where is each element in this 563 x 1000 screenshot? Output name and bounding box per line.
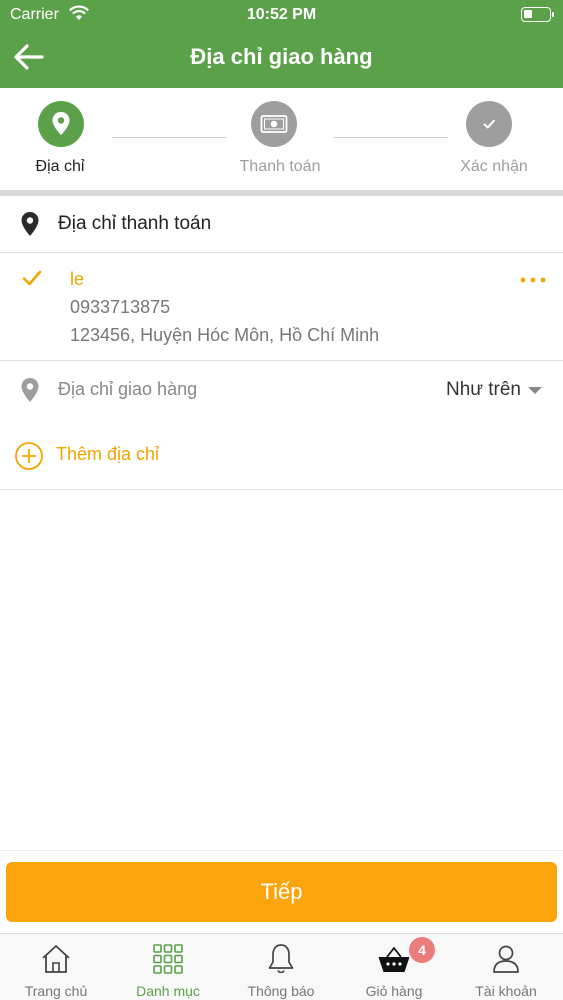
step-connector: [112, 137, 226, 138]
tab-account[interactable]: Tài khoản: [450, 934, 562, 1000]
check-icon: [22, 270, 42, 286]
location-pin-icon: [52, 112, 70, 135]
step-payment[interactable]: [251, 101, 297, 147]
header: Carrier 10:52 PM Địa chỉ giao hàng: [0, 0, 563, 88]
address-line: 123456, Huyện Hóc Môn, Hồ Chí Minh: [70, 325, 380, 345]
tab-label: Danh mục: [136, 983, 200, 999]
shipping-address-label: Địa chỉ giao hàng: [58, 379, 198, 399]
step-connector: [334, 137, 448, 138]
tab-categories[interactable]: Danh mục: [112, 934, 224, 1000]
location-pin-icon: [21, 212, 39, 236]
tab-bar: Trang chủ Danh mục Thông báo Giỏ hàng Tà…: [0, 933, 563, 1000]
clock: 10:52 PM: [246, 6, 317, 23]
checkmark-icon: [483, 119, 495, 129]
grid-icon: [153, 944, 183, 974]
bell-icon: [268, 944, 294, 974]
next-button[interactable]: Tiếp: [6, 862, 557, 922]
tab-home[interactable]: Trang chủ: [0, 934, 112, 1000]
plus-circle-icon: [15, 442, 43, 470]
address-phone: 0933713875: [70, 297, 171, 317]
tab-label: Trang chủ: [24, 983, 88, 999]
tab-label: Giỏ hàng: [365, 983, 423, 999]
status-bar: Carrier 10:52 PM: [0, 0, 563, 30]
page-title: Địa chỉ giao hàng: [190, 44, 373, 69]
user-icon: [493, 945, 519, 973]
home-icon: [42, 945, 70, 973]
step-label-confirm: Xác nhận: [460, 158, 528, 175]
step-label-address: Địa chỉ: [35, 158, 85, 175]
billing-address-header: Địa chỉ thanh toán: [0, 196, 563, 253]
basket-icon: [378, 947, 410, 972]
add-address-button[interactable]: Thêm địa chỉ: [0, 419, 563, 490]
cash-icon: [260, 115, 288, 133]
step-confirm[interactable]: [466, 101, 512, 147]
step-label-payment: Thanh toán: [239, 158, 321, 175]
more-options-icon[interactable]: [520, 277, 546, 283]
shipping-address-select[interactable]: Như trên: [446, 379, 521, 401]
location-pin-icon: [21, 378, 39, 402]
cart-count-badge: 4: [409, 937, 435, 963]
add-address-label: Thêm địa chỉ: [56, 444, 160, 464]
divider: [0, 850, 563, 851]
checkout-stepper: Địa chỉ Thanh toán Xác nhận: [0, 88, 563, 191]
tab-notifications[interactable]: Thông báo: [225, 934, 337, 1000]
billing-address-card[interactable]: le 0933713875 123456, Huyện Hóc Môn, Hồ …: [0, 253, 563, 361]
shipping-address-row[interactable]: Địa chỉ giao hàng Như trên: [0, 361, 563, 419]
tab-label: Thông báo: [247, 983, 315, 999]
battery-icon: [521, 7, 554, 22]
tab-label: Tài khoản: [475, 983, 537, 999]
step-address[interactable]: [38, 101, 84, 147]
address-name: le: [70, 269, 85, 289]
chevron-down-icon[interactable]: [528, 387, 542, 394]
billing-address-title: Địa chỉ thanh toán: [58, 213, 212, 234]
